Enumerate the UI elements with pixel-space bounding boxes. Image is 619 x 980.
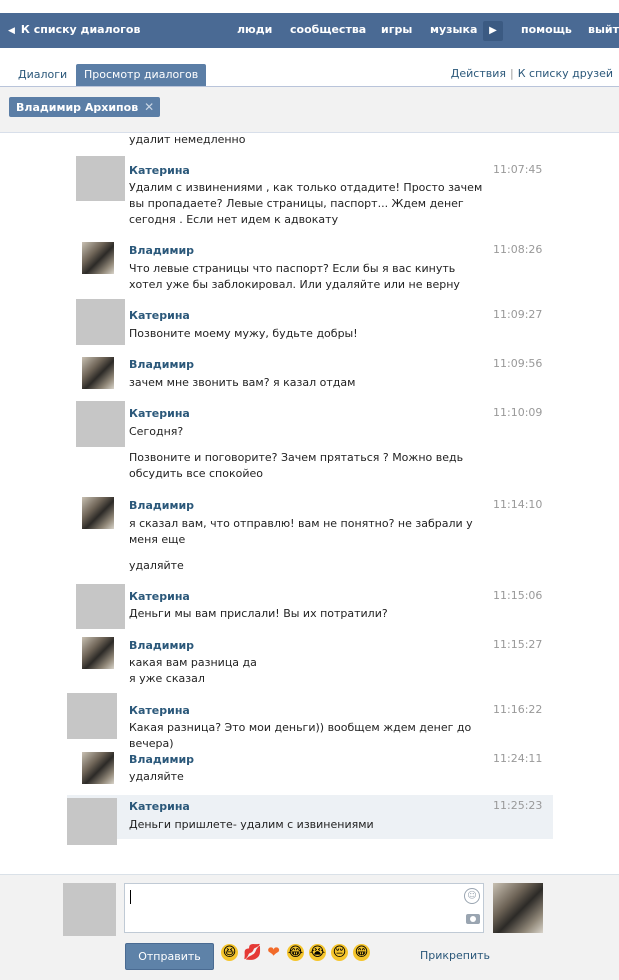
laughing-emoji-icon[interactable]: 😆 xyxy=(221,944,238,961)
to-friends-link[interactable]: К списку друзей xyxy=(518,67,613,80)
message-author[interactable]: Владимир xyxy=(129,499,194,512)
tab-view-dialogs[interactable]: Просмотр диалогов xyxy=(76,64,207,86)
top-navigation: ◀ К списку диалогов люди сообщества игры … xyxy=(0,0,619,48)
message-row: Катерина 11:15:06 Деньги мы вам прислали… xyxy=(0,580,619,632)
message-time: 11:10:09 xyxy=(493,406,543,419)
nav-games[interactable]: игры xyxy=(381,23,412,36)
text-caret xyxy=(130,890,131,904)
message-text: какая вам разница да xyxy=(129,656,257,669)
message-input[interactable]: ☺ xyxy=(124,883,484,933)
nav-communities[interactable]: сообщества xyxy=(290,23,366,36)
message-author[interactable]: Владимир xyxy=(129,358,194,371)
close-icon[interactable]: ✕ xyxy=(144,97,154,117)
nav-music[interactable]: музыка xyxy=(430,23,477,36)
tab-dialogs[interactable]: Диалоги xyxy=(10,64,75,86)
back-to-dialogs-label: К списку диалогов xyxy=(20,23,141,36)
message-row-selected[interactable]: Катерина 11:25:23 Деньги пришлете- удали… xyxy=(67,795,553,845)
message-text: я уже сказал xyxy=(129,672,205,685)
message-row: Владимир 11:09:56 зачем мне звонить вам?… xyxy=(0,349,619,397)
tabs-separator: | xyxy=(510,67,514,80)
nav-help[interactable]: помощь xyxy=(521,23,572,36)
message-text: я сказал вам, что отправлю! вам не понят… xyxy=(129,517,473,546)
camera-icon[interactable] xyxy=(466,914,480,924)
message-time: 11:14:10 xyxy=(493,498,543,511)
nav-more-button[interactable]: ▶ xyxy=(483,21,503,41)
message-row: Владимир 11:15:27 какая вам разница да я… xyxy=(0,632,619,693)
message-time: 11:25:23 xyxy=(493,799,543,812)
message-history[interactable]: удалит немедленно Катерина 11:07:45 Удал… xyxy=(0,132,619,874)
avatar[interactable] xyxy=(82,357,114,389)
avatar[interactable] xyxy=(76,584,125,629)
message-time: 11:15:27 xyxy=(493,638,543,651)
my-avatar[interactable] xyxy=(63,883,116,936)
message-time: 11:09:27 xyxy=(493,308,543,321)
message-time: 11:09:56 xyxy=(493,357,543,370)
message-text: Деньги мы вам прислали! Вы их потратили? xyxy=(129,607,388,620)
avatar[interactable] xyxy=(76,401,125,447)
message-author[interactable]: Владимир xyxy=(129,753,194,766)
top-navigation-bar: ◀ К списку диалогов люди сообщества игры … xyxy=(0,13,619,48)
nav-logout[interactable]: выйти xyxy=(588,23,619,36)
kiss-emoji-icon[interactable]: 💋 xyxy=(243,944,262,961)
peer-bar: Владимир Архипов ✕ xyxy=(0,87,619,133)
message-author[interactable]: Катерина xyxy=(129,590,190,603)
avatar[interactable] xyxy=(67,798,117,845)
chevron-left-icon: ◀ xyxy=(8,26,15,36)
pensive-emoji-icon[interactable]: 😔 xyxy=(331,944,348,961)
message-time: 11:08:26 xyxy=(493,243,543,256)
message-text: удаляйте xyxy=(129,770,184,783)
message-text: Удалим с извинениями , как только отдади… xyxy=(129,181,483,226)
message-author[interactable]: Катерина xyxy=(129,800,190,813)
message-text: удаляйте xyxy=(129,559,184,572)
message-text: Что левые страницы что паспорт? Если бы … xyxy=(129,262,460,291)
message-row: Катерина 11:09:27 Позвоните моему мужу, … xyxy=(0,295,619,349)
actions-link[interactable]: Действия xyxy=(451,67,506,80)
peer-name: Владимир Архипов xyxy=(16,101,139,114)
peer-chip[interactable]: Владимир Архипов ✕ xyxy=(9,97,161,117)
message-row: Владимир 11:14:10 я сказал вам, что отпр… xyxy=(0,491,619,580)
smile-icon[interactable]: ☺ xyxy=(464,888,480,904)
message-row: удалит немедленно xyxy=(0,132,619,152)
message-text: зачем мне звонить вам? я казал отдам xyxy=(129,376,356,389)
avatar[interactable] xyxy=(67,693,117,739)
message-composer: ☺ Отправить 😆 💋 ❤ 😂 😭 😔 😁 Прикрепить xyxy=(0,874,619,980)
message-author[interactable]: Владимир xyxy=(129,244,194,257)
crying-emoji-icon[interactable]: 😭 xyxy=(309,944,326,961)
message-text: удалит немедленно xyxy=(129,133,246,146)
message-author[interactable]: Владимир xyxy=(129,639,194,652)
heart-emoji-icon[interactable]: ❤ xyxy=(265,944,282,961)
nav-people[interactable]: люди xyxy=(237,23,272,36)
message-row: Владимир 11:24:11 удаляйте xyxy=(0,747,619,795)
tears-of-joy-emoji-icon[interactable]: 😂 xyxy=(287,944,304,961)
message-author[interactable]: Катерина xyxy=(129,164,190,177)
message-time: 11:16:22 xyxy=(493,703,543,716)
message-row: Катерина 11:16:22 Какая разница? Это мои… xyxy=(0,693,619,750)
avatar[interactable] xyxy=(82,497,114,529)
message-author[interactable]: Катерина xyxy=(129,704,190,717)
avatar[interactable] xyxy=(82,637,114,669)
message-row: Владимир 11:08:26 Что левые страницы что… xyxy=(0,232,619,295)
attach-link[interactable]: Прикрепить xyxy=(420,949,490,962)
message-text: Позвоните моему мужу, будьте добры! xyxy=(129,327,358,340)
message-text: Сегодня? xyxy=(129,425,184,438)
message-time: 11:24:11 xyxy=(493,752,543,765)
message-row: Катерина 11:07:45 Удалим с извинениями ,… xyxy=(0,152,619,232)
message-author[interactable]: Катерина xyxy=(129,309,190,322)
peer-avatar[interactable] xyxy=(493,883,543,933)
avatar[interactable] xyxy=(82,242,114,274)
message-text: Деньги пришлете- удалим с извинениями xyxy=(129,818,374,831)
message-author[interactable]: Катерина xyxy=(129,407,190,420)
back-to-dialogs-link[interactable]: ◀ К списку диалогов xyxy=(8,23,140,36)
message-text: Позвоните и поговорите? Зачем прятаться … xyxy=(129,451,464,480)
message-row: Катерина 11:10:09 Сегодня? Позвоните и п… xyxy=(0,397,619,491)
message-time: 11:15:06 xyxy=(493,589,543,602)
tabs-right-links: Действия | К списку друзей xyxy=(451,67,613,80)
grin-emoji-icon[interactable]: 😁 xyxy=(353,944,370,961)
avatar[interactable] xyxy=(82,752,114,784)
send-button[interactable]: Отправить xyxy=(125,943,214,970)
avatar[interactable] xyxy=(76,156,125,201)
message-time: 11:07:45 xyxy=(493,163,543,176)
dialog-tabs: Диалоги Просмотр диалогов Действия | К спи… xyxy=(0,48,619,87)
avatar[interactable] xyxy=(76,299,125,345)
